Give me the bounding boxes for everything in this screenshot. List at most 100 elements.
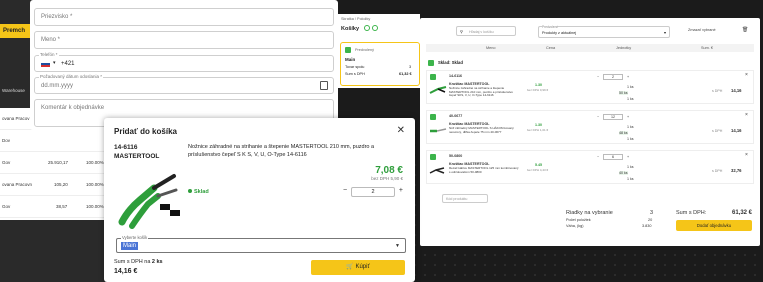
rows-value: 3 xyxy=(650,210,654,216)
garden-knife-image xyxy=(430,128,447,133)
slovakia-flag-icon[interactable] xyxy=(41,61,50,67)
order-form: Priezvisko * Meno * Telefón * ▾ +421 Pož… xyxy=(30,0,338,130)
cart-select[interactable]: Predvolené Produkty z aktuálnej ▾ xyxy=(538,25,670,38)
cart-search-placeholder: Hľadaj v košíku xyxy=(469,30,494,34)
item-sum: 14,16 xyxy=(731,88,742,93)
minus-icon[interactable]: − xyxy=(597,75,599,79)
product-price-excl-vat: bez DPH 5,90 € xyxy=(371,176,403,181)
chevron-down-icon: ▾ xyxy=(663,30,666,35)
cart-item: 50-0800 Kruštiac MASTERTOOL Rezač káblov… xyxy=(426,150,754,184)
item-code: 50-0800 xyxy=(449,154,463,158)
item-sum: 14,16 xyxy=(731,128,742,133)
settings-icon[interactable] xyxy=(372,25,378,31)
row-value: 105,20 xyxy=(54,182,68,187)
delete-selected-button[interactable]: Zmazať vybrané xyxy=(688,28,716,32)
column-header: Jednotky xyxy=(616,46,632,50)
checkbox-icon[interactable] xyxy=(430,114,436,120)
item-unit: 1 ks xyxy=(627,85,634,89)
plus-icon[interactable]: + xyxy=(627,155,629,159)
cart-item: 40-0677 Kruštiac MASTERTOOL Nôž záhradný… xyxy=(426,110,754,144)
cart-card-sum-value: 61,32 € xyxy=(399,72,412,76)
delivery-date-placeholder: dd.mm.yyyy xyxy=(41,83,74,89)
close-icon[interactable]: × xyxy=(745,112,748,118)
sum-label: Sum s DPH na xyxy=(114,259,151,265)
quantity-stepper: − 2 + xyxy=(343,187,403,197)
cart-select-value: Main xyxy=(121,242,139,250)
add-to-cart-modal: Pridať do košíka ✕ 14-6116 MASTERTOOL No… xyxy=(104,118,415,282)
stock-status: Sklad xyxy=(188,189,209,195)
cart-select[interactable]: Vyberte košík Main ▼ xyxy=(116,235,406,253)
phone-field[interactable]: Telefón * ▾ +421 xyxy=(34,52,334,72)
plus-icon[interactable]: + xyxy=(399,187,403,194)
surname-placeholder: Priezvisko * xyxy=(41,14,73,20)
weight-value: 3.830 xyxy=(642,224,652,228)
checkbox-icon[interactable] xyxy=(428,60,434,66)
close-icon[interactable]: × xyxy=(745,152,748,158)
trash-icon[interactable]: 🗑 xyxy=(742,27,748,33)
item-sum-label: s DPH xyxy=(712,169,723,173)
column-header: Meno xyxy=(486,46,496,50)
place-order-button[interactable]: Dodať objednávku xyxy=(676,220,752,231)
add-product-placeholder: Kód produktu xyxy=(446,197,468,201)
cart-card-items-label: Tovar spolu xyxy=(345,65,365,69)
column-header: Cena xyxy=(546,46,556,50)
warehouse-label: Warehouse xyxy=(2,88,25,93)
item-description: Nôž záhradný MASTERTOOL S HÁKOM kovaný n… xyxy=(449,126,514,134)
item-unit: 48 ks xyxy=(619,131,628,135)
checkbox-icon[interactable] xyxy=(345,47,351,53)
count-label: Počet položiek xyxy=(566,218,591,222)
calendar-icon[interactable] xyxy=(320,81,328,90)
item-quantity-input[interactable]: 12 xyxy=(603,114,623,120)
plus-icon[interactable]: + xyxy=(627,115,629,119)
item-price-note: bez DPH 4,43 € xyxy=(527,168,549,172)
chevron-down-icon: ▼ xyxy=(395,243,400,249)
close-icon[interactable]: ✕ xyxy=(397,125,405,136)
comment-placeholder: Komentár k objednávke xyxy=(41,105,105,111)
minus-icon[interactable]: − xyxy=(597,155,599,159)
pruning-shears-image xyxy=(118,174,180,229)
quantity-input[interactable]: 2 xyxy=(351,187,395,197)
weight-label: Váha, (kg) xyxy=(566,224,584,228)
product-description: Nožnice záhradné na strihanie a štepenie… xyxy=(188,144,375,158)
item-sum-label: s DPH xyxy=(712,129,723,133)
plus-icon[interactable]: + xyxy=(627,75,629,79)
minus-icon[interactable]: − xyxy=(343,187,347,194)
cart-card-name: Main xyxy=(345,57,356,62)
item-quantity-input[interactable]: 6 xyxy=(603,154,623,160)
promo-tab[interactable]: Premch xyxy=(0,24,32,38)
row-name: ovana Pracovn xyxy=(2,182,33,187)
product-code: 14-6116 xyxy=(114,144,138,151)
modal-title: Pridať do košíka xyxy=(114,127,177,136)
phone-prefix: +421 xyxy=(61,61,75,67)
add-cart-icon[interactable] xyxy=(364,25,370,31)
mini-cart-title: Košíky xyxy=(341,26,360,32)
item-unit: 1 ks xyxy=(627,165,634,169)
checkbox-icon[interactable] xyxy=(430,154,436,160)
cart-search-input[interactable]: ⚲ Hľadaj v košíku xyxy=(456,26,516,36)
close-icon[interactable]: × xyxy=(745,72,748,78)
cart-select-label: Vyberte košík xyxy=(121,235,149,240)
pruning-shears-image xyxy=(429,86,447,94)
buy-button[interactable]: 🛒 Kúpiť xyxy=(311,260,405,275)
minus-icon[interactable]: − xyxy=(597,115,599,119)
item-unit: 1 ks xyxy=(627,177,634,181)
delivery-date-field[interactable]: Požadovaný dátum odoslania * dd.mm.yyyy xyxy=(34,74,334,94)
rows-label: Riadky na vybranie xyxy=(566,210,613,216)
item-quantity-input[interactable]: 2 xyxy=(603,74,623,80)
row-value: 38,57 xyxy=(56,204,68,209)
default-cart-card[interactable]: Predvolený Main Tovar spolu 3 Sum s DPH … xyxy=(340,42,420,86)
cart-table-header: Meno Cena Jednotky Sum. € xyxy=(426,44,754,52)
checkbox-icon[interactable] xyxy=(430,74,436,80)
stock-label: Sklad xyxy=(194,189,209,195)
store-group-label: Sklad: Sklad xyxy=(438,60,463,65)
delivery-date-label: Požadovaný dátum odoslania * xyxy=(39,74,104,79)
item-unit: 50 ks xyxy=(619,91,628,95)
phone-label: Telefón * xyxy=(39,52,59,57)
item-sum-label: s DPH xyxy=(712,89,723,93)
cart-card-label: Predvolený xyxy=(355,48,374,52)
surname-field[interactable]: Priezvisko * xyxy=(34,8,334,26)
add-product-input[interactable]: Kód produktu xyxy=(442,194,488,203)
item-price: 1.30 xyxy=(535,123,542,127)
search-icon: ⚲ xyxy=(460,29,463,34)
name-field[interactable]: Meno * xyxy=(34,31,334,49)
